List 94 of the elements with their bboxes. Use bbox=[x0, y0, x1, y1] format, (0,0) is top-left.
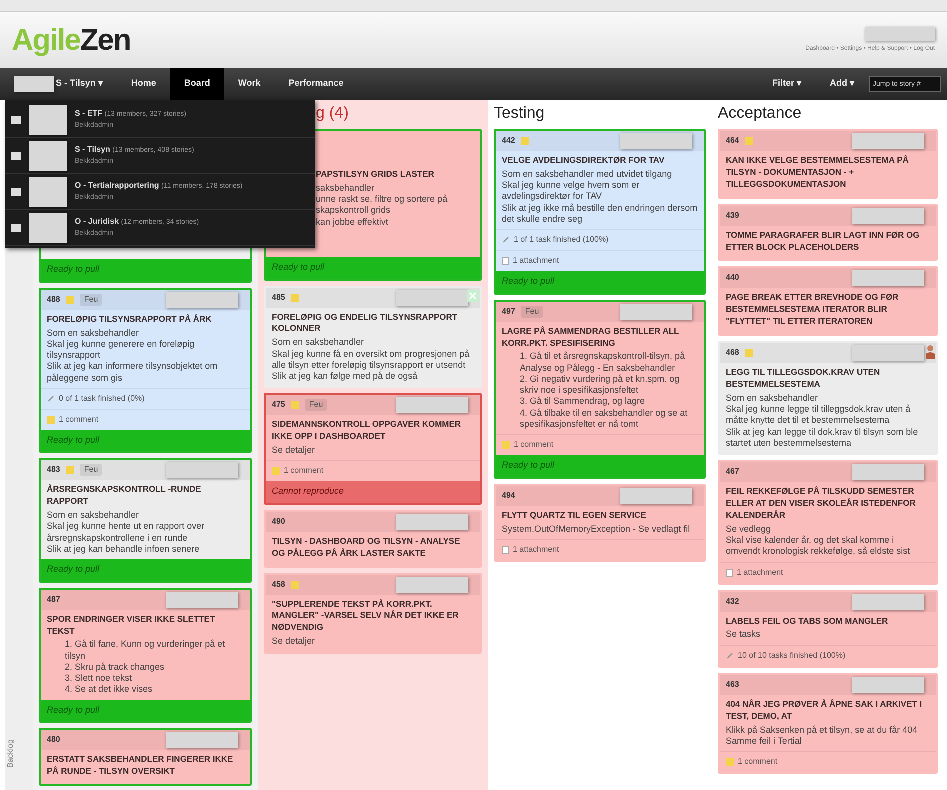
story-text: Slik at jeg ikke må bestille den endringen dersom det skulle endre seg bbox=[502, 202, 698, 226]
story-text: Skal jeg kunne hente ut en rapport over årsregnskapskontrollene i en runde bbox=[47, 521, 206, 544]
status-bar: Ready to pull bbox=[41, 559, 250, 581]
story-text: Som en saksbehandler med utvidet tilgang bbox=[502, 168, 674, 180]
story-text: Skal jeg kunne generere en foreløpig tilsynsrapport bbox=[47, 338, 196, 362]
step-text: 2. Gi negativ vurdering på et kn.spm. og skriv noe i spesifikasjonsfeltet bbox=[520, 374, 681, 396]
story-text: Som en saksbehandler bbox=[47, 510, 140, 522]
story-text: unne raskt se, filtre og sortere på bbox=[316, 194, 449, 206]
step-text: 3. Slett noe tekst bbox=[65, 673, 134, 684]
status-bar: Ready to pull bbox=[496, 455, 704, 477]
story-title: PAPSTILSYN GRIDS LASTER bbox=[316, 169, 436, 181]
project-name: O - Juridisk bbox=[75, 217, 120, 226]
story-tag: Feu bbox=[305, 399, 328, 412]
story-title: LEGG TIL TILLEGGSDOK.KRAV UTEN BESTEMMELSESTEMA bbox=[726, 367, 882, 391]
story-text: Skal vise kalender år, og det skal komme i omvendt kronologisk rekkefølge, så eldste sist bbox=[726, 535, 912, 558]
status-bar: Ready to pull bbox=[41, 430, 250, 452]
column-title: g (4) bbox=[315, 104, 350, 124]
step-text: 3. Gå til Sammendrag, og lagre bbox=[520, 396, 646, 408]
logo-text: Agile bbox=[12, 24, 80, 56]
story-title: LABELS FEIL OG TABS SOM MANGLER bbox=[726, 616, 890, 628]
story-text: Se vedlegg bbox=[726, 524, 772, 536]
story-text: Slik at jeg kan følge med på de også bbox=[272, 371, 419, 382]
story-number: 475 bbox=[272, 399, 286, 412]
story-text: saksbehandler bbox=[316, 182, 376, 194]
story-tag: Feu bbox=[80, 294, 102, 306]
story-text: Skal jeg kunne velge hvem som er avdelingsdirektør for TAV bbox=[502, 180, 641, 203]
story-text: Slik at jeg kan informere tilsynsobjektet om påleggene som gis bbox=[47, 361, 219, 384]
story-title: SIDEMANNSKONTROLL OPPGAVER KOMMER IKKE OPP I DASHBOARDET bbox=[272, 419, 462, 444]
status-bar: Ready to pull bbox=[266, 257, 480, 278]
story-tag: Feu bbox=[521, 306, 544, 318]
story-number: 439 bbox=[726, 210, 740, 222]
status-bar: Ready to pull bbox=[496, 271, 704, 293]
story-number: 494 bbox=[502, 490, 516, 502]
story-title: SPOR ENDRINGER VISER IKKE SLETTET TEKST bbox=[47, 614, 216, 638]
story-number: 458 bbox=[272, 578, 286, 591]
story-number: 480 bbox=[47, 734, 60, 746]
story-number: 490 bbox=[272, 516, 286, 528]
story-title: ÅRSREGNSKAPSKONTROLL -RUNDE RAPPORT bbox=[47, 484, 202, 508]
story-text: Samme feil i Tertial bbox=[726, 736, 803, 747]
story-title: FORELØPIG OG ENDELIG TILSYNSRAPPORT KOLONNER bbox=[272, 312, 459, 336]
story-text: System.OutOfMemoryException - Se vedlagt fil bbox=[502, 524, 692, 535]
story-title: LAGRE PÅ SAMMENDRAG BESTILLER ALL KORR.PKT. SPESIFISERING bbox=[502, 326, 680, 350]
step-text: 4. Gå tilbake til en saksbehandler og se at spesifikasjonsfeltet er nå tomt bbox=[520, 408, 689, 430]
column-title: Testing bbox=[494, 104, 546, 124]
story-number: 463 bbox=[726, 678, 740, 691]
story-text: Se detaljer bbox=[272, 636, 316, 648]
story-title: ERSTATT SAKSBEHANDLER FINGERER IKKE PÅ RUNDE - TILSYN OVERSIKT bbox=[47, 754, 234, 778]
backlog-label: Backlog bbox=[5, 740, 16, 768]
story-number: 497 bbox=[502, 306, 516, 318]
story-title: TOMME PARAGRAFER BLIR LAGT INN FØR OG ETTER BLOCK PLACEHOLDERS bbox=[726, 230, 921, 254]
story-text: Som en saksbehandler bbox=[272, 337, 366, 349]
story-title: TILSYN - DASHBOARD OG TILSYN - ANALYSE OG PÅLEGG PÅ ÅRK LASTER SAKTE bbox=[272, 536, 462, 560]
story-text: Slik at jeg kan behandle infoen senere bbox=[47, 544, 201, 556]
step-text: 4. Se at det ikke vises bbox=[65, 684, 154, 696]
step-text: 2. Skru på track changes bbox=[65, 662, 166, 674]
story-number: 487 bbox=[47, 594, 60, 606]
story-text: Som en saksbehandler bbox=[47, 328, 140, 339]
step-text: 1. Gå til fane, Kunn og vurderinger på et tilsyn bbox=[65, 639, 226, 662]
story-title: "SUPPLERENDE TEKST PÅ KORR.PKT. MANGLER" -VARSEL SELV NÅR DET IKKE ER NØDVENDIG bbox=[272, 598, 460, 634]
story-number: 432 bbox=[726, 596, 740, 608]
story-title: KAN IKKE VELGE BESTEMMELSESTEMA PÅ TILSYN - DOKUMENTASJON - + TILLEGGSDOKUMENTASJON bbox=[726, 155, 910, 191]
story-text: kan jobbe effektivt bbox=[316, 216, 390, 228]
story-number: 483 bbox=[47, 464, 60, 476]
project-name: S - ETF bbox=[75, 109, 103, 118]
story-title: PAGE BREAK ETTER BREVHODE OG FØR BESTEMMELSESTEMA ITERATOR BLIR "FLYTTET" TIL ETTER ITERATOREN bbox=[726, 292, 900, 328]
status-bar: Cannot reproduce bbox=[266, 481, 480, 503]
story-title: VELGE AVDELINGSDIREKTØR FOR TAV bbox=[502, 155, 666, 167]
story-text: skapskontroll grids bbox=[316, 205, 392, 217]
column-title: Acceptance bbox=[718, 104, 803, 124]
story-title: 404 NÅR JEG PRØVER Å ÅPNE SAK I ARKIVET I TEST, DEMO, AT bbox=[726, 698, 924, 722]
project-name: S - Tilsyn bbox=[75, 145, 110, 154]
status-bar: Ready to pull bbox=[41, 700, 250, 722]
story-text: Klikk på Saksenken på et tilsyn, se at du får 404 bbox=[726, 724, 919, 736]
story-number: 442 bbox=[502, 135, 516, 147]
logo-text: Zen bbox=[80, 24, 131, 56]
story-number: 464 bbox=[726, 135, 740, 147]
step-text: 1. Gå til et årsregnskapskontroll-tilsyn, på Analyse og Pålegg - En saksbehandler bbox=[520, 351, 686, 374]
story-text: Se tasks bbox=[726, 629, 762, 641]
story-number: 468 bbox=[726, 347, 740, 360]
story-text: Som en saksbehandler bbox=[726, 392, 820, 404]
story-text: Se detaljer bbox=[272, 445, 316, 456]
story-text: Slik at jeg kan legge til dok.krav til tilsyn som ble startet uten bestemmelsestema bbox=[726, 426, 920, 450]
project-name: O - Tertialrapportering bbox=[75, 181, 160, 190]
status-bar: Ready to pull bbox=[41, 259, 250, 281]
story-number: 488 bbox=[47, 294, 60, 306]
story-title: FLYTT QUARTZ TIL EGEN SERVICE bbox=[502, 510, 648, 522]
story-text: Skal jeg kunne få en oversikt om progresjonen på alle tilsyn etter foreløpig tilsynsrapport er utsendt bbox=[272, 348, 471, 372]
story-text: Skal jeg kunne legge til tilleggsdok.krav uten å måtte knytte det til et bestemmelsestema bbox=[726, 404, 912, 427]
story-number: 440 bbox=[726, 272, 740, 284]
story-number: 467 bbox=[726, 466, 740, 478]
story-title: FEIL REKKEFØLGE PÅ TILSKUDD SEMESTER ELLER AT DEN VISER SKOLEÅR ISTEDENFOR KALENDERÅR bbox=[726, 486, 917, 522]
story-number: 485 bbox=[272, 292, 286, 304]
story-title: FORELØPIG TILSYNSRAPPORT PÅ ÅRK bbox=[47, 314, 213, 326]
story-tag: Feu bbox=[80, 464, 102, 476]
